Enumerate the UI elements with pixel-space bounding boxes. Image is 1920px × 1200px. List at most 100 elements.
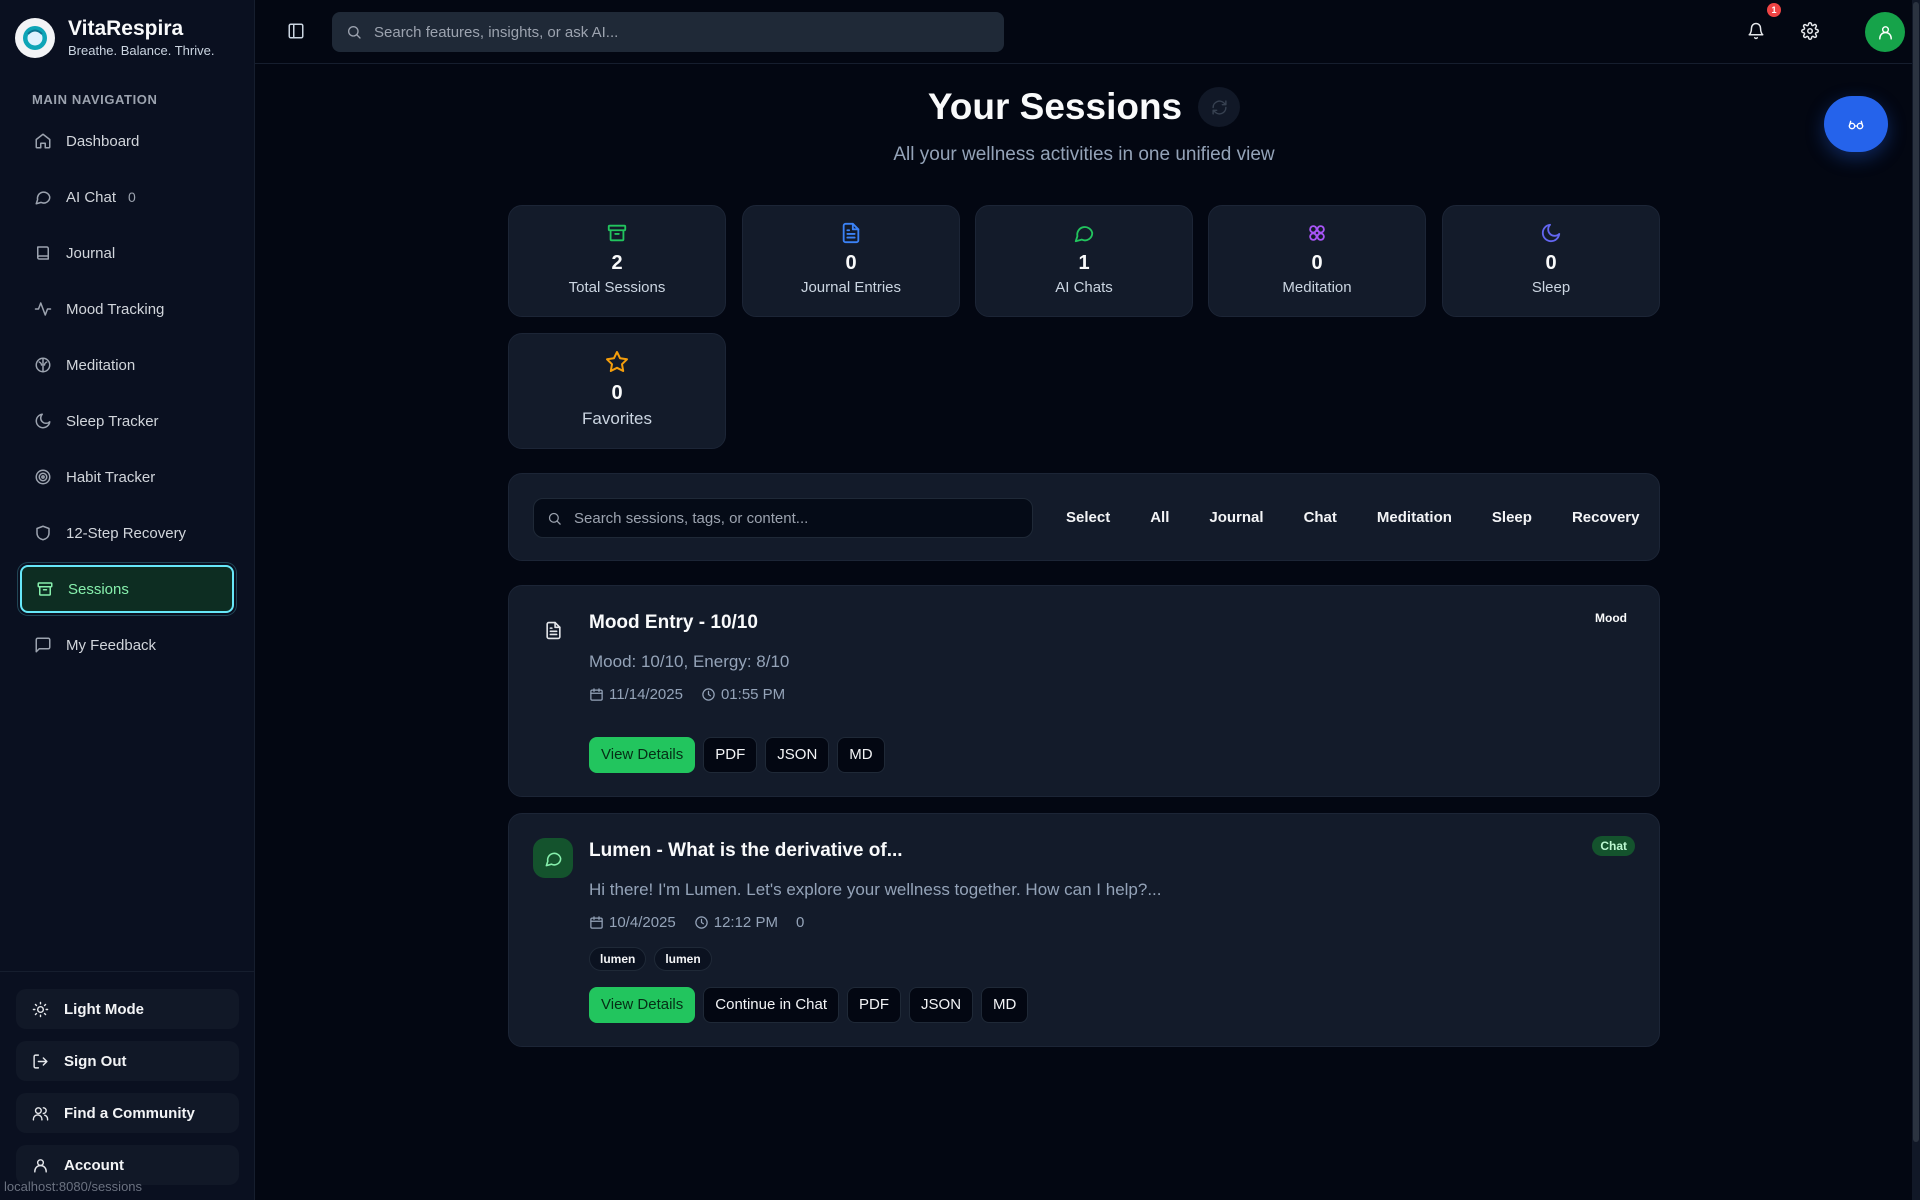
sign-out-button[interactable]: Sign Out xyxy=(16,1041,239,1081)
stat-card-ai-chats[interactable]: 1 AI Chats xyxy=(975,205,1193,317)
moon-icon xyxy=(1541,223,1561,243)
star-icon xyxy=(606,351,628,372)
glasses-icon xyxy=(1848,120,1864,130)
filter-select-button[interactable]: Select xyxy=(1046,498,1130,538)
continue-in-chat-button[interactable]: Continue in Chat xyxy=(703,987,840,1023)
calendar-icon xyxy=(590,688,603,701)
page-title: Your Sessions xyxy=(927,86,1183,127)
accessibility-fab-button[interactable] xyxy=(1824,96,1888,152)
export-md-button[interactable]: MD xyxy=(837,737,885,773)
filter-bar: Select All Journal Chat Meditation Sleep… xyxy=(508,473,1660,561)
shield-icon xyxy=(36,525,50,541)
stat-value: 0 xyxy=(611,382,623,404)
panel-left-icon xyxy=(288,23,304,39)
home-icon xyxy=(35,133,51,149)
file-text-icon xyxy=(842,222,860,244)
user-icon xyxy=(1878,25,1892,40)
session-card[interactable]: Mood Entry - 10/10 Mood Mood: 10/10, Ene… xyxy=(508,585,1660,797)
sidebar-item-sleep-tracker[interactable]: Sleep Tracker xyxy=(20,397,234,445)
sidebar-item-label: Habit Tracker xyxy=(66,468,156,486)
sidebar-item-label: Meditation xyxy=(66,356,136,374)
session-card[interactable]: Lumen - What is the derivative of... Cha… xyxy=(508,813,1660,1047)
sidebar-item-meditation[interactable]: Meditation xyxy=(20,341,234,389)
filter-recovery-button[interactable]: Recovery xyxy=(1552,498,1660,538)
export-md-button[interactable]: MD xyxy=(981,987,1029,1023)
export-json-button[interactable]: JSON xyxy=(909,987,974,1023)
sidebar-item-journal[interactable]: Journal xyxy=(20,229,234,277)
filter-journal-button[interactable]: Journal xyxy=(1189,498,1283,538)
brand[interactable]: VitaRespira Breathe. Balance. Thrive. xyxy=(15,17,214,58)
sidebar-item-mood-tracking[interactable]: Mood Tracking xyxy=(20,285,234,333)
light-mode-button[interactable]: Light Mode xyxy=(16,989,239,1029)
sidebar-item-habit-tracker[interactable]: Habit Tracker xyxy=(20,453,234,501)
notifications-button[interactable] xyxy=(1747,22,1765,40)
view-details-button[interactable]: View Details xyxy=(589,737,696,773)
stat-label: Total Sessions xyxy=(568,279,666,296)
sidebar-item-12-step-recovery[interactable]: 12-Step Recovery xyxy=(20,509,234,557)
target-icon xyxy=(35,469,51,485)
light-mode-label: Light Mode xyxy=(64,1000,144,1018)
stat-label: AI Chats xyxy=(1055,279,1113,296)
stat-value: 0 xyxy=(1311,252,1323,274)
sidebar-item-sessions[interactable]: Sessions xyxy=(20,565,234,613)
stat-card-sleep[interactable]: 0 Sleep xyxy=(1442,205,1660,317)
stat-card-favorites[interactable]: 0 Favorites xyxy=(508,333,726,449)
stat-label: Meditation xyxy=(1282,279,1352,296)
filter-chat-button[interactable]: Chat xyxy=(1284,498,1357,538)
export-json-button[interactable]: JSON xyxy=(765,737,830,773)
session-type-badge: Chat xyxy=(1592,836,1635,856)
filter-buttons: Select All Journal Chat Meditation Sleep… xyxy=(1046,498,1659,538)
global-search-input[interactable] xyxy=(374,23,967,41)
stat-card-total-sessions[interactable]: 2 Total Sessions xyxy=(508,205,726,317)
sidebar-item-label: Sessions xyxy=(68,580,129,598)
filter-all-button[interactable]: All xyxy=(1130,498,1189,538)
stat-card-meditation[interactable]: 0 Meditation xyxy=(1208,205,1426,317)
main-navigation: Dashboard AI Chat 0 Journal Mood Trackin… xyxy=(20,117,234,677)
session-type-badge: Mood xyxy=(1595,611,1627,625)
session-search-input[interactable] xyxy=(574,509,1011,527)
sidebar-item-my-feedback[interactable]: My Feedback xyxy=(20,621,234,669)
refresh-icon xyxy=(1212,99,1227,115)
activity-icon xyxy=(34,302,52,316)
sun-icon xyxy=(32,1001,49,1017)
message-square-icon xyxy=(35,637,51,653)
chat-icon xyxy=(1074,226,1094,243)
top-bar: 1 xyxy=(255,0,1920,64)
user-icon xyxy=(34,1158,47,1173)
sidebar-toggle-button[interactable] xyxy=(287,22,305,40)
tag-chip[interactable]: lumen xyxy=(589,947,647,971)
find-community-button[interactable]: Find a Community xyxy=(16,1093,239,1133)
session-description: Hi there! I'm Lumen. Let's explore your … xyxy=(589,880,1162,899)
logo-icon xyxy=(15,17,55,58)
file-text-icon xyxy=(545,621,561,639)
account-label: Account xyxy=(64,1156,124,1174)
stat-card-journal-entries[interactable]: 0 Journal Entries xyxy=(742,205,960,317)
clock-icon xyxy=(694,916,708,929)
user-avatar-button[interactable] xyxy=(1865,12,1905,52)
search-icon xyxy=(548,512,561,525)
view-details-button[interactable]: View Details xyxy=(589,987,696,1023)
sidebar: VitaRespira Breathe. Balance. Thrive. MA… xyxy=(0,0,255,1200)
users-icon xyxy=(32,1106,49,1121)
export-pdf-button[interactable]: PDF xyxy=(703,737,758,773)
filter-sleep-button[interactable]: Sleep xyxy=(1472,498,1552,538)
sidebar-item-ai-chat[interactable]: AI Chat 0 xyxy=(20,173,234,221)
brain-icon xyxy=(35,357,51,373)
chat-icon xyxy=(35,191,51,205)
filter-meditation-button[interactable]: Meditation xyxy=(1357,498,1472,538)
settings-button[interactable] xyxy=(1801,22,1819,40)
session-time: 12:12 PM xyxy=(713,914,778,931)
ai-chat-count: 0 xyxy=(128,189,136,205)
sidebar-item-dashboard[interactable]: Dashboard xyxy=(20,117,234,165)
chat-icon xyxy=(545,852,561,866)
session-actions: View Details Continue in Chat PDF JSON M… xyxy=(589,987,1036,1023)
scrollbar-thumb[interactable] xyxy=(1913,2,1919,1142)
sidebar-item-label: 12-Step Recovery xyxy=(66,524,187,542)
tag-chip[interactable]: lumen xyxy=(654,947,712,971)
moon-icon xyxy=(35,413,51,429)
export-pdf-button[interactable]: PDF xyxy=(847,987,902,1023)
session-meta: 10/4/2025 12:12 PM 0 xyxy=(589,914,822,931)
bell-icon xyxy=(1748,22,1764,40)
brand-tagline: Breathe. Balance. Thrive. xyxy=(68,43,215,58)
refresh-button[interactable] xyxy=(1198,87,1241,127)
